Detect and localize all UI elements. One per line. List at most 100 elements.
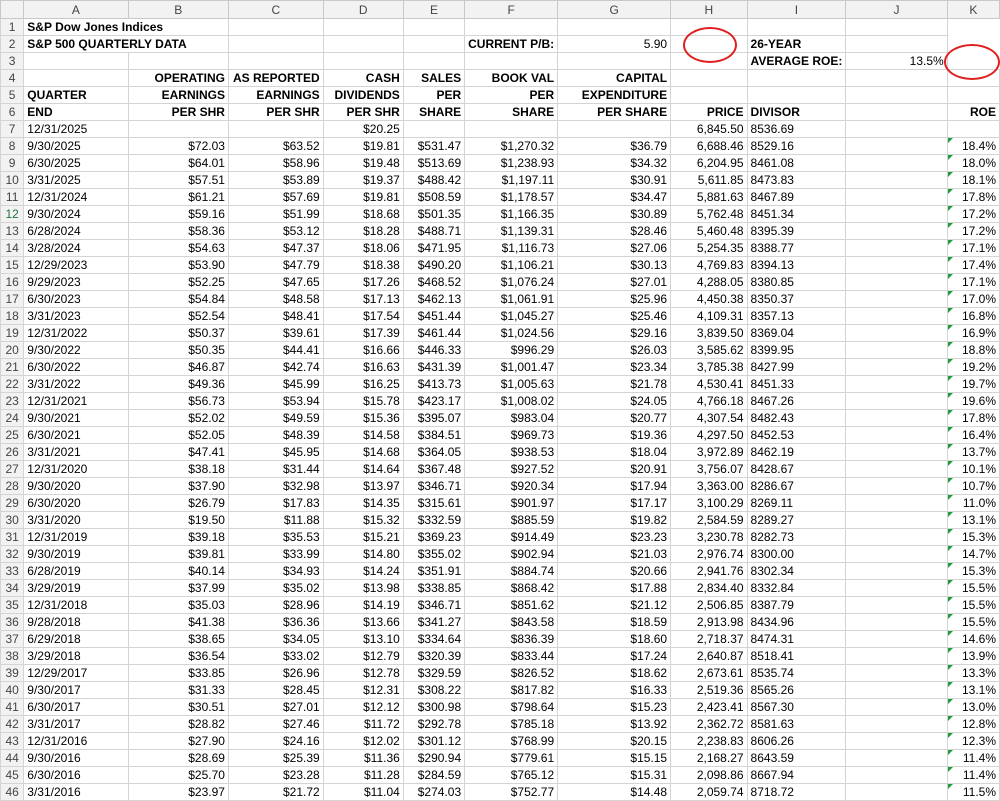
header-cell[interactable]: BOOK VAL bbox=[464, 69, 559, 87]
cell[interactable] bbox=[845, 443, 948, 461]
divisor-cell[interactable]: 8467.89 bbox=[746, 188, 847, 206]
cell[interactable] bbox=[845, 766, 948, 784]
capex-cell[interactable]: $26.03 bbox=[557, 341, 672, 359]
quarter-end-cell[interactable]: 12/31/2019 bbox=[23, 528, 129, 546]
divisor-cell[interactable]: 8535.74 bbox=[746, 664, 847, 682]
reported-eps-cell[interactable]: $35.02 bbox=[227, 579, 324, 597]
book-value-cell[interactable]: $1,005.63 bbox=[464, 375, 559, 393]
row-header[interactable]: 29 bbox=[0, 494, 25, 512]
book-value-cell[interactable]: $902.94 bbox=[464, 545, 559, 563]
price-cell[interactable]: 3,972.89 bbox=[670, 443, 748, 461]
cell[interactable] bbox=[670, 69, 748, 87]
cell[interactable] bbox=[127, 52, 229, 70]
divisor-cell[interactable]: 8451.34 bbox=[746, 205, 847, 223]
row-header[interactable]: 14 bbox=[0, 239, 25, 257]
capex-cell[interactable]: $29.16 bbox=[557, 324, 672, 342]
row-header[interactable]: 16 bbox=[0, 273, 25, 291]
dividends-cell[interactable]: $19.48 bbox=[322, 154, 404, 172]
divisor-cell[interactable]: 8357.13 bbox=[746, 307, 847, 325]
sales-cell[interactable]: $462.13 bbox=[402, 290, 466, 308]
price-cell[interactable]: 3,100.29 bbox=[670, 494, 748, 512]
header-cell[interactable]: SHARE bbox=[464, 103, 559, 121]
roe-cell[interactable]: 15.5% bbox=[946, 579, 1000, 597]
price-cell[interactable]: 5,254.35 bbox=[670, 239, 748, 257]
operating-eps-cell[interactable]: $25.70 bbox=[127, 766, 229, 784]
row-header[interactable]: 24 bbox=[0, 409, 25, 427]
row-header[interactable]: 7 bbox=[0, 120, 25, 138]
operating-eps-cell[interactable]: $64.01 bbox=[127, 154, 229, 172]
quarter-end-cell[interactable]: 6/30/2023 bbox=[23, 290, 129, 308]
capex-cell[interactable]: $17.24 bbox=[557, 647, 672, 665]
capex-cell[interactable]: $24.05 bbox=[557, 392, 672, 410]
roe-cell[interactable]: 17.8% bbox=[946, 409, 1000, 427]
row-header[interactable]: 22 bbox=[0, 375, 25, 393]
sales-cell[interactable]: $461.44 bbox=[402, 324, 466, 342]
cell[interactable] bbox=[845, 290, 948, 308]
divisor-cell[interactable]: 8428.67 bbox=[746, 460, 847, 478]
capex-cell[interactable]: $15.31 bbox=[557, 766, 672, 784]
reported-eps-cell[interactable]: $27.01 bbox=[227, 698, 324, 716]
price-cell[interactable]: 2,423.41 bbox=[670, 698, 748, 716]
divisor-cell[interactable]: 8427.99 bbox=[746, 358, 847, 376]
reported-eps-cell[interactable]: $63.52 bbox=[227, 137, 324, 155]
reported-eps-cell[interactable]: $45.95 bbox=[227, 443, 324, 461]
quarter-end-cell[interactable]: 6/30/2021 bbox=[23, 426, 129, 444]
quarter-end-cell[interactable]: 3/31/2021 bbox=[23, 443, 129, 461]
roe-cell[interactable]: 13.1% bbox=[946, 681, 1000, 699]
book-value-cell[interactable]: $884.74 bbox=[464, 562, 559, 580]
header-cell[interactable]: PER bbox=[402, 86, 466, 104]
dividends-cell[interactable]: $16.25 bbox=[322, 375, 404, 393]
quarter-end-cell[interactable]: 9/30/2019 bbox=[23, 545, 129, 563]
reported-eps-cell[interactable]: $48.41 bbox=[227, 307, 324, 325]
dividends-cell[interactable]: $17.54 bbox=[322, 307, 404, 325]
capex-cell[interactable]: $15.15 bbox=[557, 749, 672, 767]
book-value-cell[interactable]: $885.59 bbox=[464, 511, 559, 529]
column-header-k[interactable]: K bbox=[946, 0, 1000, 19]
book-value-cell[interactable]: $768.99 bbox=[464, 732, 559, 750]
operating-eps-cell[interactable]: $37.90 bbox=[127, 477, 229, 495]
header-cell[interactable]: PRICE bbox=[670, 103, 748, 121]
roe-cell[interactable]: 16.8% bbox=[946, 307, 1000, 325]
book-value-cell[interactable]: $996.29 bbox=[464, 341, 559, 359]
reported-eps-cell[interactable]: $24.16 bbox=[227, 732, 324, 750]
operating-eps-cell[interactable]: $39.81 bbox=[127, 545, 229, 563]
divisor-cell[interactable]: 8387.79 bbox=[746, 596, 847, 614]
book-value-cell[interactable]: $914.49 bbox=[464, 528, 559, 546]
cell[interactable] bbox=[946, 69, 1000, 87]
roe-cell[interactable]: 13.3% bbox=[946, 664, 1000, 682]
cell[interactable] bbox=[322, 52, 404, 70]
row-header[interactable]: 34 bbox=[0, 579, 25, 597]
roe-cell[interactable]: 11.4% bbox=[946, 766, 1000, 784]
capex-cell[interactable]: $36.79 bbox=[557, 137, 672, 155]
cell[interactable] bbox=[845, 613, 948, 631]
cell[interactable] bbox=[402, 18, 466, 36]
dividends-cell[interactable]: $15.36 bbox=[322, 409, 404, 427]
reported-eps-cell[interactable]: $32.98 bbox=[227, 477, 324, 495]
header-cell[interactable]: PER bbox=[464, 86, 559, 104]
cell[interactable] bbox=[845, 222, 948, 240]
operating-eps-cell[interactable]: $41.38 bbox=[127, 613, 229, 631]
reported-eps-cell[interactable]: $48.39 bbox=[227, 426, 324, 444]
quarter-end-cell[interactable]: 6/30/2022 bbox=[23, 358, 129, 376]
capex-cell[interactable]: $18.60 bbox=[557, 630, 672, 648]
roe-cell[interactable]: 10.1% bbox=[946, 460, 1000, 478]
row-header[interactable]: 17 bbox=[0, 290, 25, 308]
dividends-cell[interactable]: $15.32 bbox=[322, 511, 404, 529]
quarter-end-cell[interactable]: 12/31/2025 bbox=[23, 120, 129, 138]
divisor-cell[interactable]: 8461.08 bbox=[746, 154, 847, 172]
quarter-end-cell[interactable]: 6/28/2019 bbox=[23, 562, 129, 580]
price-cell[interactable]: 4,769.83 bbox=[670, 256, 748, 274]
sales-cell[interactable]: $395.07 bbox=[402, 409, 466, 427]
row-header[interactable]: 39 bbox=[0, 664, 25, 682]
cell[interactable] bbox=[845, 205, 948, 223]
dividends-cell[interactable]: $12.78 bbox=[322, 664, 404, 682]
cell[interactable] bbox=[557, 52, 672, 70]
operating-eps-cell[interactable]: $28.69 bbox=[127, 749, 229, 767]
book-value-cell[interactable]: $826.52 bbox=[464, 664, 559, 682]
capex-cell[interactable]: $27.01 bbox=[557, 273, 672, 291]
dividends-cell[interactable]: $15.78 bbox=[322, 392, 404, 410]
cell[interactable] bbox=[845, 120, 948, 138]
price-cell[interactable]: 3,756.07 bbox=[670, 460, 748, 478]
row-header[interactable]: 5 bbox=[0, 86, 25, 104]
cell[interactable] bbox=[23, 69, 129, 87]
